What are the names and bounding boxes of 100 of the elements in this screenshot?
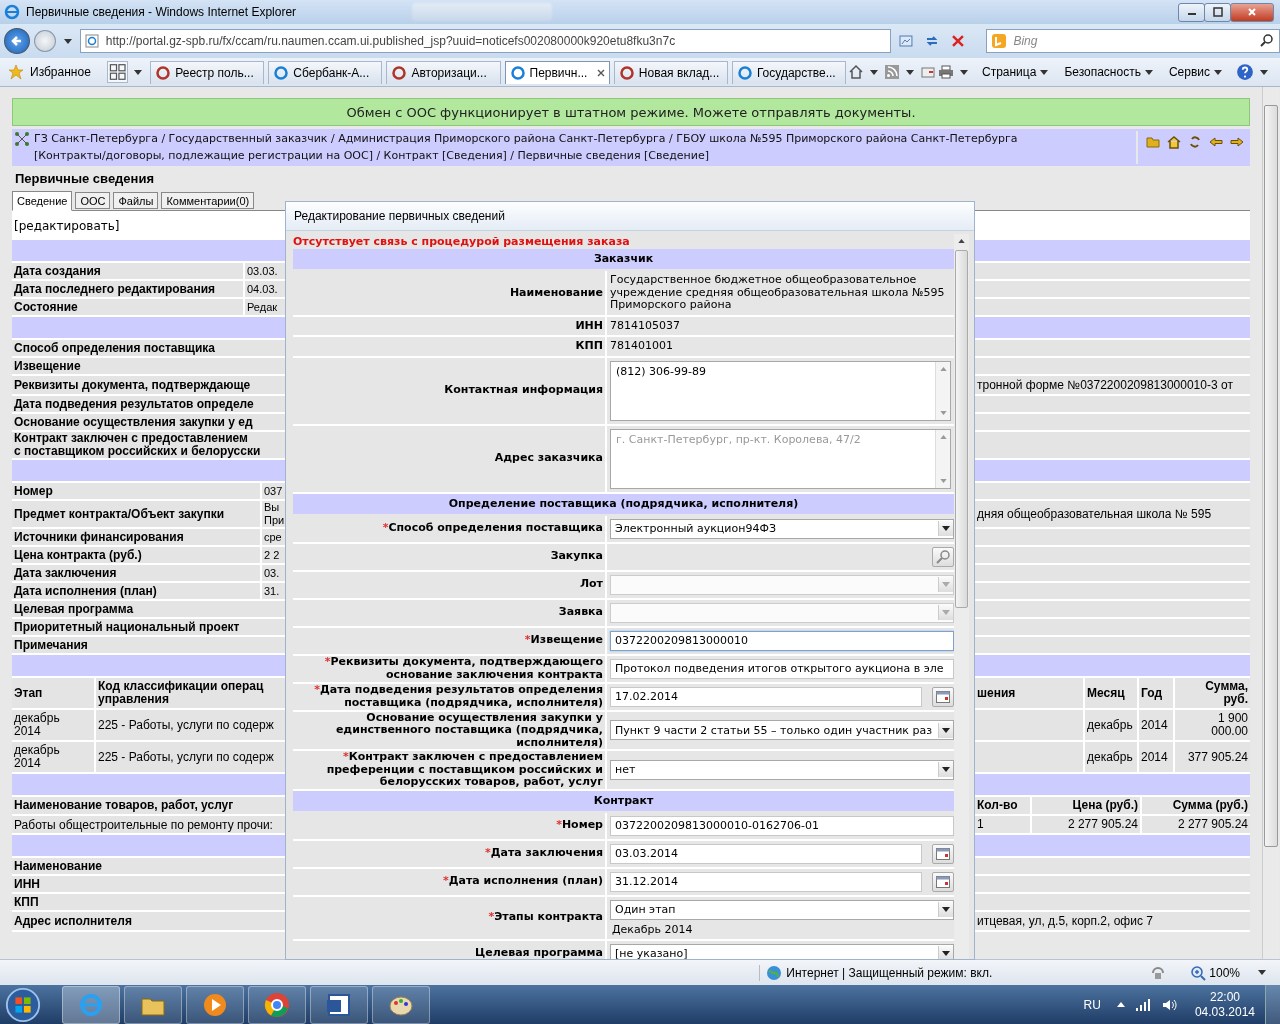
command-menu[interactable]: Безопасность	[1056, 65, 1159, 79]
folder-icon[interactable]	[1146, 135, 1160, 149]
caret-icon[interactable]	[870, 69, 878, 75]
tray-expand-icon[interactable]	[1116, 1002, 1125, 1007]
edit-link[interactable]: [редактировать]	[14, 218, 120, 233]
text-area[interactable]: (812) 306-99-89	[610, 360, 951, 421]
home-icon[interactable]	[848, 64, 864, 80]
date-field[interactable]: 03.03.2014	[610, 843, 922, 864]
refresh-icon[interactable]	[1188, 135, 1202, 149]
search-icon[interactable]	[1259, 33, 1275, 49]
caret-icon[interactable]	[1258, 970, 1266, 975]
caret-icon[interactable]	[960, 69, 968, 75]
caret-icon[interactable]	[942, 907, 950, 912]
clock[interactable]: 22:00 04.03.2014	[1194, 989, 1255, 1020]
field-value: 04.03.	[243, 281, 278, 297]
field-value: 03.03.	[243, 263, 278, 279]
minimize-button[interactable]	[1178, 2, 1205, 22]
column-header: Год	[1137, 678, 1173, 708]
dropdown[interactable]: Один этап	[610, 899, 954, 920]
command-menu[interactable]: Сервис	[1160, 65, 1228, 79]
scrollbar[interactable]	[935, 361, 950, 420]
help-icon[interactable]	[1236, 63, 1254, 81]
browser-tab[interactable]: Авторизаци...	[386, 60, 501, 84]
quick-tabs-icon[interactable]	[106, 61, 129, 83]
date-field[interactable]: 31.12.2014	[610, 871, 922, 892]
calendar-button[interactable]	[932, 686, 954, 707]
tab[interactable]: Сведение	[12, 191, 73, 211]
browser-tab[interactable]: Сбербанк-А...	[268, 60, 383, 84]
dropdown[interactable]: нет	[610, 759, 954, 780]
field-label: *Извещение	[523, 634, 604, 647]
dropdown[interactable]: [не указано]	[610, 943, 954, 959]
back-arrow-icon[interactable]	[1209, 135, 1223, 149]
search-field[interactable]: Bing	[986, 29, 1280, 53]
table-cell-text: декабрь 2014	[14, 710, 61, 740]
security-zone-status: Интернет | Защищенный режим: вкл.	[786, 965, 993, 980]
address-field[interactable]: http://portal.gz-spb.ru/fx/ccam/ru.naumen.ccam.ui.published_jsp?uuid=noticefs002080000k920etu8fku3n7c	[79, 29, 891, 53]
dropdown[interactable]: Электронный аукцион94ФЗ	[610, 518, 954, 539]
error-message: Отсутствует связь с процедурой размещения заказа	[292, 234, 631, 249]
print-icon[interactable]	[938, 64, 954, 80]
caret-icon[interactable]	[1260, 69, 1268, 75]
browser-tab[interactable]: Первичн...	[504, 60, 610, 84]
close-button[interactable]	[1230, 2, 1274, 22]
taskbar-button[interactable]	[372, 985, 430, 1024]
taskbar-button[interactable]	[310, 985, 368, 1024]
home-icon[interactable]	[1167, 135, 1181, 149]
scrollbar[interactable]	[1262, 87, 1279, 959]
field-label: Приоритетный национальный проект	[14, 620, 241, 634]
signal-icon[interactable]	[1134, 996, 1151, 1013]
date-field[interactable]: 17.02.2014	[610, 686, 922, 707]
taskbar-button[interactable]	[124, 985, 182, 1024]
field-label: Заявка	[557, 606, 604, 619]
back-button[interactable]	[4, 28, 30, 54]
start-button[interactable]	[4, 985, 42, 1024]
maximize-button[interactable]	[1204, 2, 1231, 22]
scrollbar[interactable]	[954, 234, 969, 959]
column-header: Сумма, руб.	[1173, 678, 1250, 708]
calendar-button[interactable]	[932, 871, 954, 892]
field-label: Дата исполнения (план)	[14, 584, 158, 598]
forward-arrow-icon[interactable]	[1230, 135, 1244, 149]
language-indicator[interactable]: RU	[1083, 997, 1101, 1012]
field-value: 781401001	[610, 340, 674, 353]
favorites-button[interactable]: Избранное	[6, 64, 105, 80]
feed-icon[interactable]	[884, 64, 900, 80]
show-desktop-button[interactable]	[1265, 985, 1280, 1024]
search-provider-icon	[991, 33, 1008, 49]
taskbar-button[interactable]	[186, 985, 244, 1024]
stop-icon[interactable]	[949, 33, 966, 49]
caret-icon[interactable]	[942, 526, 950, 531]
field-label: ИНН	[574, 319, 604, 332]
dropdown[interactable]: Пункт 9 части 2 статьи 55 – только один участник раз	[610, 720, 954, 741]
caret-icon[interactable]	[906, 69, 914, 75]
zoom-button[interactable]: 100%	[1184, 964, 1246, 981]
browser-tab[interactable]: Реестр поль...	[150, 60, 265, 84]
caret-icon[interactable]	[134, 69, 143, 75]
input-field[interactable]: Протокол подведения итогов открытого аукциона в эле	[610, 658, 954, 679]
tab[interactable]: Файлы	[113, 192, 159, 209]
caret-icon[interactable]	[63, 38, 72, 44]
input-field[interactable]: 0372200209813000010-0162706-01	[610, 815, 954, 836]
close-tab-icon[interactable]	[596, 68, 605, 77]
calendar-button[interactable]	[932, 843, 954, 864]
table-cell: декабрь	[1083, 710, 1137, 740]
section-header: Контракт	[293, 790, 954, 811]
command-menu[interactable]: Страница	[974, 65, 1055, 79]
browser-tab[interactable]: Государстве...	[731, 60, 846, 84]
field-label: Основание осуществления закупки у единственного поставщика (подрядчика, исполнителя)	[334, 711, 604, 749]
input-field[interactable]: 0372200209813000010	[610, 630, 954, 651]
table-cell: 2014	[1137, 710, 1173, 740]
compatibility-icon[interactable]	[897, 33, 914, 49]
tab[interactable]: ООС	[75, 192, 111, 209]
caret-icon[interactable]	[942, 727, 950, 733]
field-value: Государственное бюджетное общеобразовательное учреждение средняя общеобразовательная школа №595 Приморского района	[610, 274, 946, 312]
taskbar-button[interactable]	[248, 985, 306, 1024]
caret-icon[interactable]	[942, 951, 950, 956]
search-button[interactable]	[932, 546, 954, 567]
field-label: ИНН	[14, 877, 41, 891]
protected-mode-icon[interactable]	[1150, 964, 1167, 981]
browser-tab[interactable]: Новая вклад...	[613, 60, 728, 84]
mail-icon[interactable]	[920, 64, 936, 80]
scroll-down-icon[interactable]	[939, 410, 947, 415]
tab[interactable]: Комментарии(0)	[161, 192, 255, 209]
